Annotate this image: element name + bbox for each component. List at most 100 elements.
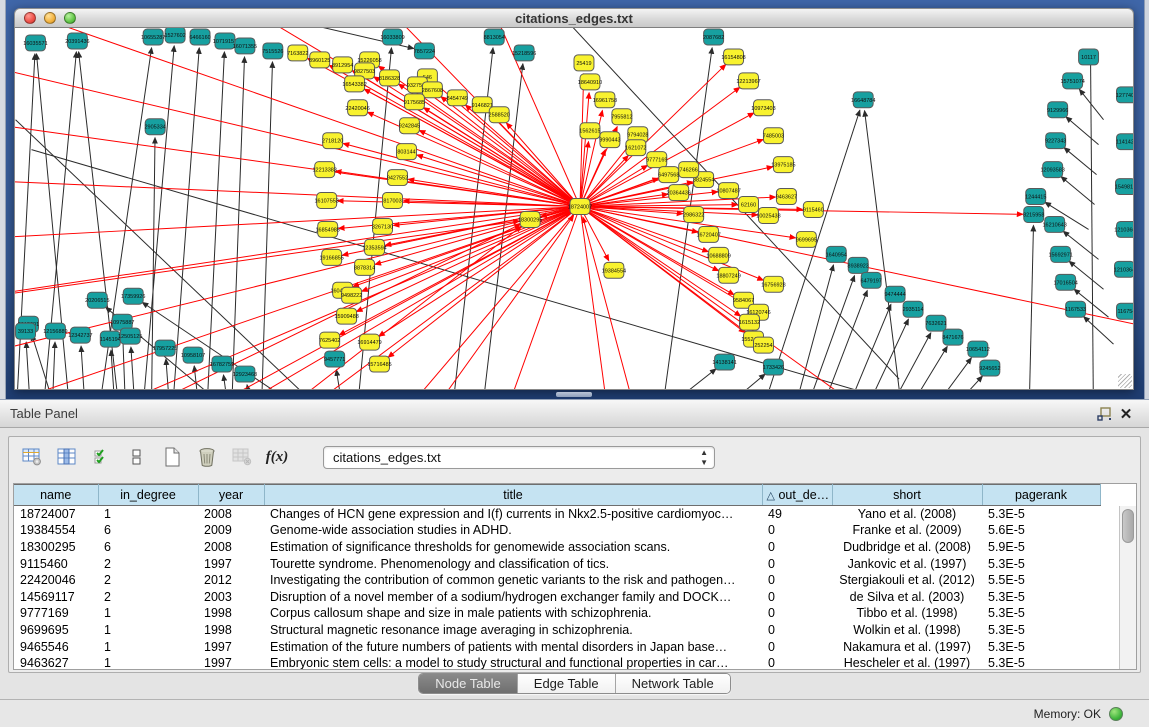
table-cell[interactable]: 19384554: [14, 522, 98, 539]
graph-node[interactable]: 1167533: [1065, 301, 1086, 317]
tab-node-table[interactable]: Node Table: [419, 674, 518, 693]
table-cell[interactable]: 0: [762, 622, 832, 639]
table-cell[interactable]: Dudbridge et al. (2008): [832, 539, 982, 556]
graph-node[interactable]: 6497568: [658, 167, 679, 183]
graph-node[interactable]: 10958107: [181, 347, 205, 363]
select-columns-icon[interactable]: [56, 446, 78, 468]
graph-node[interactable]: 8471676: [942, 329, 963, 345]
graph-node[interactable]: 3267130: [372, 218, 393, 234]
table-cell[interactable]: 9465546: [14, 638, 98, 655]
graph-node[interactable]: 20206515: [85, 292, 109, 308]
new-document-icon[interactable]: [161, 446, 183, 468]
table-cell[interactable]: Wolkin et al. (1998): [832, 622, 982, 639]
graph-node[interactable]: 8878314: [354, 259, 375, 275]
red-edge[interactable]: [388, 207, 580, 358]
tab-edge-table[interactable]: Edge Table: [518, 674, 616, 693]
graph-node[interactable]: 9990443: [599, 132, 620, 148]
graph-node[interactable]: 9242845: [399, 118, 420, 134]
graph-node[interactable]: 22420046: [345, 100, 369, 116]
black-edge[interactable]: [141, 46, 174, 390]
black-edge[interactable]: [879, 333, 931, 390]
red-edge[interactable]: [403, 201, 580, 207]
black-edge[interactable]: [166, 359, 171, 390]
table-cell[interactable]: 18724007: [14, 506, 98, 523]
graph-node[interactable]: 7163822: [287, 45, 308, 61]
table-cell[interactable]: 22420046: [14, 572, 98, 589]
table-cell[interactable]: Changes of HCN gene expression and I(f) …: [264, 506, 762, 523]
graph-node[interactable]: 13975185: [771, 157, 795, 173]
graph-node[interactable]: 12213383: [313, 162, 337, 178]
graph-node[interactable]: 817003: [383, 193, 403, 209]
graph-node[interactable]: 12156889: [43, 323, 67, 339]
table-cell[interactable]: 0: [762, 588, 832, 605]
graph-node[interactable]: 1141425: [1116, 134, 1134, 150]
graph-node[interactable]: 1615132: [739, 314, 760, 330]
table-cell[interactable]: 1: [98, 638, 198, 655]
table-cell[interactable]: 5.3E-5: [982, 588, 1100, 605]
black-edge[interactable]: [1066, 117, 1099, 145]
table-row[interactable]: 946362711997Embryonic stem cells: a mode…: [14, 655, 1100, 670]
table-cell[interactable]: 14569117: [14, 588, 98, 605]
graph-node[interactable]: 252254: [754, 337, 774, 353]
table-cell[interactable]: Corpus callosum shape and size in male p…: [264, 605, 762, 622]
graph-node[interactable]: 62160: [739, 197, 759, 213]
table-cell[interactable]: 2: [98, 555, 198, 572]
black-edge[interactable]: [81, 346, 86, 390]
table-cell[interactable]: Hescheler et al. (1997): [832, 655, 982, 670]
graph-node[interactable]: 803144: [396, 144, 416, 160]
graph-node[interactable]: 1527602: [164, 28, 185, 43]
graph-node[interactable]: 19384554: [602, 262, 626, 278]
panel-splitter-handle[interactable]: [556, 392, 592, 397]
table-cell[interactable]: 2012: [198, 572, 264, 589]
red-edge[interactable]: [375, 207, 580, 265]
table-cell[interactable]: 1: [98, 605, 198, 622]
black-edge[interactable]: [857, 319, 908, 390]
black-edge[interactable]: [839, 304, 891, 390]
table-cell[interactable]: 5.3E-5: [982, 506, 1100, 523]
column-header-year[interactable]: year: [198, 485, 264, 506]
graph-node[interactable]: 1210364: [1114, 261, 1134, 277]
table-row[interactable]: 911546021997Tourette syndrome. Phenomeno…: [14, 555, 1100, 572]
graph-node[interactable]: 9245652: [979, 360, 1000, 376]
table-cell[interactable]: 0: [762, 555, 832, 572]
graph-node[interactable]: 15218596: [512, 45, 536, 61]
graph-node[interactable]: 16154808: [721, 49, 745, 65]
graph-node[interactable]: 2905334: [145, 119, 166, 135]
graph-node[interactable]: 15909488: [334, 308, 358, 324]
graph-node[interactable]: 12093583: [1041, 162, 1065, 178]
graph-node[interactable]: 16543382: [342, 76, 366, 92]
graph-node[interactable]: 1549812: [1115, 179, 1134, 195]
graph-node[interactable]: 39133: [16, 323, 36, 339]
graph-node[interactable]: 18807249: [716, 267, 740, 283]
table-cell[interactable]: Stergiakouli et al. (2012): [832, 572, 982, 589]
table-cell[interactable]: 1: [98, 622, 198, 639]
table-cell[interactable]: Embryonic stem cells: a model to study s…: [264, 655, 762, 670]
table-cell[interactable]: 2: [98, 588, 198, 605]
network-canvas[interactable]: 1872400718300295716382289601258912954152…: [14, 28, 1134, 390]
table-cell[interactable]: 2008: [198, 506, 264, 523]
graph-node[interactable]: 16782759: [210, 356, 234, 372]
graph-node[interactable]: 15692971: [1048, 246, 1072, 262]
black-edge[interactable]: [26, 342, 31, 390]
graph-node[interactable]: 10025438: [756, 208, 780, 224]
graph-node[interactable]: 9777169: [646, 152, 667, 168]
graph-node[interactable]: 12342737: [68, 327, 92, 343]
table-cell[interactable]: 9463627: [14, 655, 98, 670]
graph-node[interactable]: 16107553: [315, 193, 339, 209]
graph-node[interactable]: 1244415: [1025, 189, 1046, 205]
graph-node[interactable]: 746266: [679, 162, 699, 178]
graph-node[interactable]: 8813054: [484, 29, 505, 45]
table-cell[interactable]: 9699695: [14, 622, 98, 639]
graph-node[interactable]: 2935114: [903, 301, 924, 317]
graph-node[interactable]: 1277403: [1116, 87, 1134, 103]
graph-node[interactable]: 20391436: [65, 33, 89, 49]
table-cell[interactable]: 1998: [198, 605, 264, 622]
table-cell[interactable]: Tibbo et al. (1998): [832, 605, 982, 622]
black-edge[interactable]: [934, 376, 982, 390]
graph-node[interactable]: 2588520: [489, 107, 510, 123]
black-edge[interactable]: [799, 276, 854, 390]
table-cell[interactable]: 2008: [198, 539, 264, 556]
graph-node[interactable]: 10654112: [966, 341, 990, 357]
graph-node[interactable]: 12213967: [736, 73, 760, 89]
graph-node[interactable]: 18724007: [568, 199, 592, 215]
